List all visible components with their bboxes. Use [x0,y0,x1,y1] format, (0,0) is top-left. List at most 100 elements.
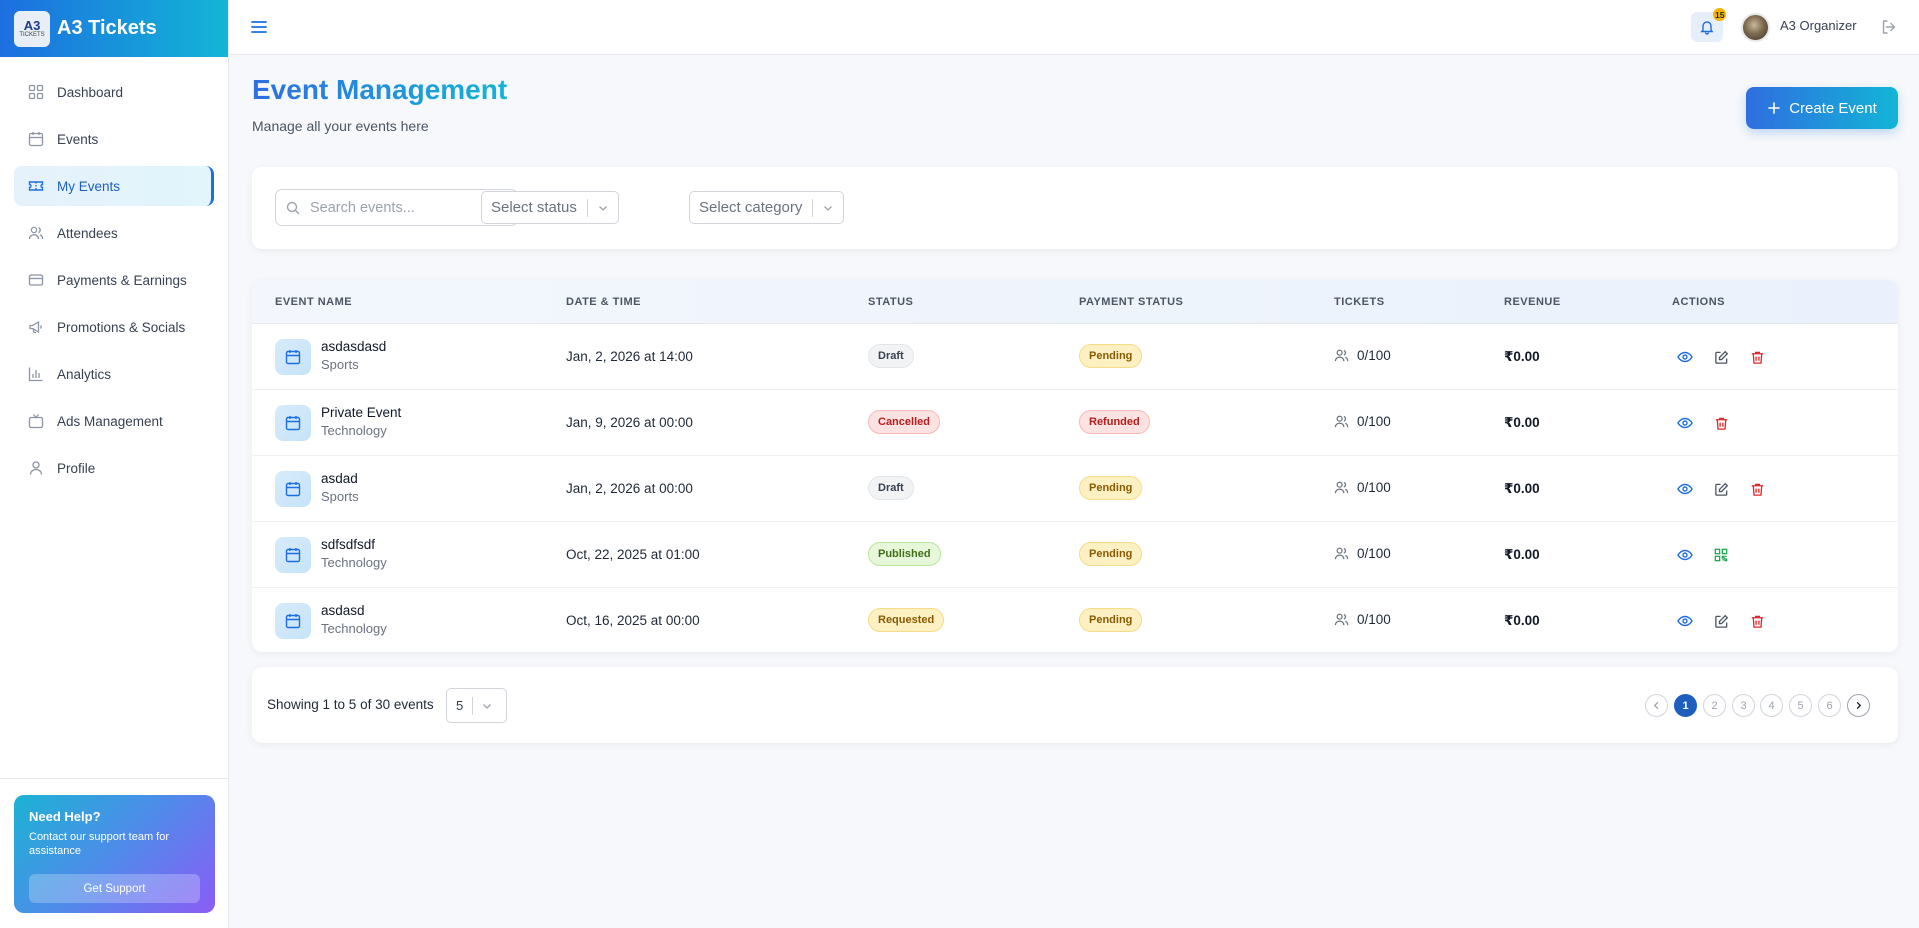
user-avatar[interactable] [1741,13,1770,42]
tickets-cell: 0/100 [1334,348,1391,363]
payment-status-badge: Refunded [1079,410,1150,434]
sidebar-nav: Dashboard Events My Events Attendees Pay… [0,57,228,488]
notification-count-badge: 15 [1713,8,1727,21]
status-badge: Draft [868,476,914,500]
users-icon [1334,348,1349,363]
event-category: Sports [321,357,359,372]
calendar-icon [275,603,311,639]
sidebar-item-attendees[interactable]: Attendees [14,213,214,253]
users-icon [1334,546,1349,561]
events-table: EVENT NAME DATE & TIME STATUS PAYMENT ST… [252,280,1898,652]
page-button-4[interactable]: 4 [1760,694,1783,717]
edit-icon[interactable] [1712,612,1730,630]
sidebar-item-my-events[interactable]: My Events [14,166,214,206]
brand-logo-subtext: TICKETS [19,32,45,38]
view-eye-icon[interactable] [1676,612,1694,630]
chevron-down-icon [597,202,609,214]
view-eye-icon[interactable] [1676,414,1694,432]
payment-status-badge: Pending [1079,542,1143,566]
view-eye-icon[interactable] [1676,480,1694,498]
prev-page-button[interactable] [1645,694,1668,717]
filter-bar: Select status Select category [252,167,1898,249]
table-row[interactable]: sdfsdfsdf Technology Oct, 22, 2025 at 01… [252,522,1898,588]
search-input[interactable] [310,199,500,216]
brand-header[interactable]: A3 TICKETS A3 Tickets [0,0,228,57]
create-event-label: Create Event [1789,99,1877,117]
column-header-date-time: DATE & TIME [566,296,641,308]
megaphone-icon [28,319,44,335]
table-row[interactable]: asdasd Technology Oct, 16, 2025 at 00:00… [252,588,1898,652]
payment-status-badge: Pending [1079,476,1143,500]
column-header-payment-status: PAYMENT STATUS [1079,296,1184,308]
sidebar-item-label: Dashboard [57,84,124,100]
delete-trash-icon[interactable] [1712,414,1730,432]
sidebar-item-promotions[interactable]: Promotions & Socials [14,307,214,347]
page-title: Event Management [252,74,508,105]
calendar-icon [275,405,311,441]
bell-icon [1699,19,1715,35]
event-category: Technology [321,423,387,438]
event-category: Technology [321,555,387,570]
status-badge: Requested [868,608,945,632]
help-text: Contact our support team for assistance [29,831,170,857]
sidebar-item-dashboard[interactable]: Dashboard [14,72,214,112]
select-divider [586,198,588,217]
logout-icon[interactable] [1880,18,1898,36]
page-button-6[interactable]: 6 [1818,694,1841,717]
page-button-3[interactable]: 3 [1732,694,1755,717]
category-select[interactable]: Select category [689,191,845,224]
table-row[interactable]: asdasdasd Sports Jan, 2, 2026 at 14:00 D… [252,324,1898,390]
page-button-5[interactable]: 5 [1789,694,1812,717]
view-eye-icon[interactable] [1676,348,1694,366]
status-select[interactable]: Select status [481,191,619,224]
tickets-value: 0/100 [1357,414,1391,429]
sidebar-item-ads-management[interactable]: Ads Management [14,401,214,441]
sidebar-item-profile[interactable]: Profile [14,448,214,488]
edit-icon[interactable] [1712,480,1730,498]
help-title: Need Help? [29,809,101,824]
grid-icon [28,84,44,100]
event-name: Private Event [321,405,402,420]
qr-code-icon[interactable] [1712,546,1730,564]
view-eye-icon[interactable] [1676,546,1694,564]
revenue-value: ₹0.00 [1504,349,1540,364]
delete-trash-icon[interactable] [1748,348,1766,366]
sidebar-item-label: My Events [57,178,121,194]
sidebar: A3 TICKETS A3 Tickets Dashboard Events M… [0,0,229,928]
delete-trash-icon[interactable] [1748,612,1766,630]
chevron-left-icon [1652,701,1661,710]
chevron-down-icon [822,202,834,214]
table-row[interactable]: asdad Sports Jan, 2, 2026 at 00:00 Draft… [252,456,1898,522]
sidebar-item-label: Events [57,131,99,147]
tickets-value: 0/100 [1357,348,1391,363]
tickets-cell: 0/100 [1334,414,1391,429]
help-card: Need Help? Contact our support team for … [14,795,215,913]
sidebar-item-payments[interactable]: Payments & Earnings [14,260,214,300]
users-icon [28,225,44,241]
table-row[interactable]: Private Event Technology Jan, 9, 2026 at… [252,390,1898,456]
sidebar-item-analytics[interactable]: Analytics [14,354,214,394]
select-divider [812,198,814,217]
calendar-icon [275,471,311,507]
create-event-button[interactable]: Create Event [1746,87,1898,129]
users-icon [1334,480,1349,495]
delete-trash-icon[interactable] [1748,480,1766,498]
column-header-actions: ACTIONS [1672,296,1725,308]
tickets-cell: 0/100 [1334,546,1391,561]
brand-title: A3 Tickets [57,17,157,39]
page-button-2[interactable]: 2 [1703,694,1726,717]
tv-icon [28,413,44,429]
next-page-button[interactable] [1847,694,1870,717]
column-header-event-name: EVENT NAME [275,296,353,308]
category-select-placeholder: Select category [699,199,803,216]
user-name[interactable]: A3 Organizer [1780,18,1857,33]
event-name: asdad [321,471,358,486]
edit-icon[interactable] [1712,348,1730,366]
page-button-1[interactable]: 1 [1674,694,1697,717]
get-support-button[interactable]: Get Support [29,874,200,903]
status-badge: Published [868,542,941,566]
hamburger-menu-icon[interactable] [249,17,269,37]
event-date: Jan, 2, 2026 at 00:00 [566,481,693,496]
sidebar-item-events[interactable]: Events [14,119,214,159]
page-size-select[interactable]: 5 [446,688,507,723]
